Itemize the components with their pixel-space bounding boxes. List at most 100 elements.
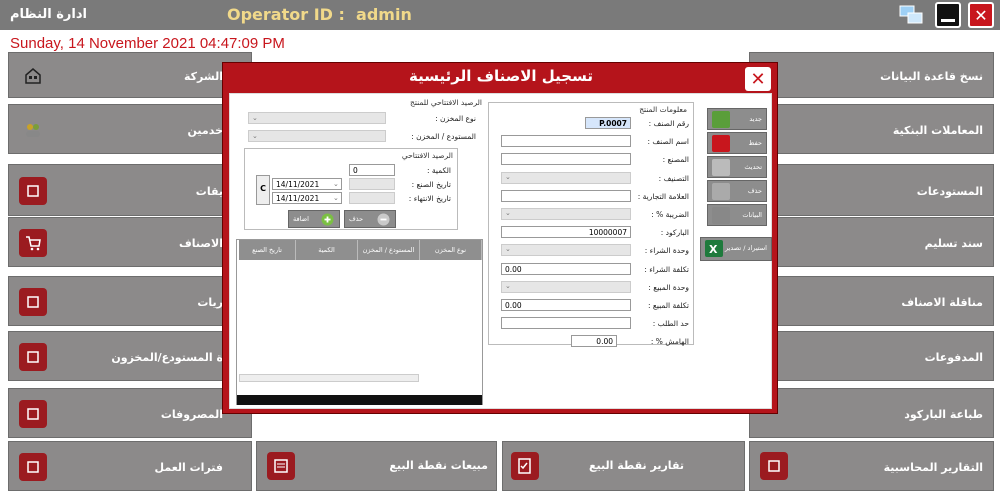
plus-circle-icon [321,213,334,226]
tile-label: المعاملات البنكية [892,124,983,137]
product-field-11[interactable] [501,317,631,330]
product-field-6[interactable]: 10000007 [501,226,631,239]
tile-label: المدفوعات [924,351,983,364]
grid-footer [237,395,482,405]
product-info-title: معلومات المنتج [639,105,687,114]
tile-pos-reports[interactable]: تقارير نقطة البيع [502,441,745,491]
dialog-close-button[interactable]: ✕ [745,67,771,91]
dialog-body: جديد حفظ تحديث حذف البيانات X استيراد / تصدي… [229,93,772,409]
field-label: تكلفة المبيع : [647,301,689,310]
add-balance-button[interactable]: اضافة [288,210,340,228]
tile-bank-transactions[interactable]: المعاملات البنكية [749,104,994,154]
tile-tag[interactable]: ة المستودع/المخزون [8,331,252,381]
chevron-down-icon: ⌄ [252,132,258,140]
minimize-button[interactable] [935,2,961,28]
tile-label: المصروفات [160,408,223,421]
tile-payments[interactable]: المدفوعات [749,331,994,381]
product-field-3[interactable] [501,171,631,184]
opening-balance-title: الرصيد الافتتاحي للمنتج [410,98,482,107]
tile-label: فترات العمل [154,461,224,474]
store-type-select[interactable] [248,112,386,124]
product-field-9[interactable] [501,280,631,293]
new-document-button[interactable]: جديد [707,108,767,130]
save-button[interactable]: حفظ [707,132,767,154]
product-field-5[interactable] [501,208,631,220]
balance-grid: نوع المخزن المستودع / المخزن الكمية تاريخ ا… [236,239,483,405]
product-field-7[interactable] [501,244,631,257]
tile-pos-sales[interactable]: مبيعات نقطة البيع [256,441,497,491]
database-button[interactable]: البيانات [707,204,767,226]
grid-column-header[interactable]: المستودع / المخزن [358,240,420,260]
title-bar: ادارة النظام Operator ID : admin ✕ [0,0,1000,30]
horizontal-scrollbar[interactable] [239,374,419,382]
tile-label: الشركة [183,70,223,83]
chevron-down-icon: ⌄ [505,281,511,290]
product-field-8[interactable]: 0.00 [501,262,631,275]
chevron-down-icon: ⌄ [333,194,339,202]
tile-users[interactable]: خدمين [8,104,252,154]
tile-warehouse[interactable]: المستودعات [749,164,994,216]
opening-balance-subtitle: الرصيد الافتتاحي [401,151,453,160]
svg-text:X: X [709,243,718,256]
exp-extra [349,192,395,204]
tile-delivery-receipt[interactable]: سند تسليم [749,217,994,267]
database-icon [712,207,730,224]
product-field-2[interactable] [501,153,631,166]
tile-building[interactable]: الشركة [8,52,252,98]
product-field-4[interactable] [501,189,631,202]
import-export-button[interactable]: X استيراد / تصدير [700,237,772,261]
operator-label: Operator ID : [227,5,345,24]
product-field-10[interactable]: 0.00 [501,299,631,311]
delete-button[interactable]: حذف [707,180,767,202]
tile-expenses[interactable]: المصروفات [8,388,252,438]
action-label: حفظ [748,139,762,147]
tile-accounting-reports[interactable]: التقارير المحاسبية [749,441,994,491]
tile-database-copy[interactable]: نسخ قاعدة البيانات [749,52,994,98]
warehouse-select[interactable] [248,130,386,142]
qty-input[interactable]: 0 [349,164,395,176]
exp-date-picker[interactable]: 14/11/2021 [272,192,342,204]
users-icon [19,116,47,144]
delete-balance-button[interactable]: حذف [344,210,396,228]
operator-id: Operator ID : admin [227,5,412,24]
grid-column-header[interactable]: نوع المخزن [420,240,482,260]
cart-icon [19,229,47,257]
delete-icon [712,183,730,200]
product-field-0[interactable]: P.0007 [585,117,631,129]
dialog-title: تسجيل الاصناف الرئيسية [409,67,593,85]
tile-barcode-print[interactable]: طباعة الباركود [749,388,994,438]
tile-label: المستودعات [916,185,983,198]
minus-circle-icon [377,213,390,226]
building-icon [19,62,47,90]
product-field-1[interactable] [501,135,631,148]
delete-balance-label: حذف [349,215,364,223]
field-label: التصنيف : [658,173,689,183]
refresh-button[interactable]: تحديث [707,156,767,178]
qty-label: الكمية : [426,166,451,175]
grid-column-header[interactable]: الكمية [296,240,358,260]
item-registration-dialog: تسجيل الاصناف الرئيسية ✕ جديد حفظ تحديث حذف… [222,62,778,414]
mfg-date-picker[interactable]: 14/11/2021 [272,178,342,190]
tile-work-periods[interactable]: فترات العمل [8,441,252,491]
warehouse-label: المستودع / المخزن : [411,132,476,141]
close-app-button[interactable]: ✕ [968,2,994,28]
field-label: وحدة المبيع : [648,282,689,292]
tile-label: ة المستودع/المخزون [111,351,223,364]
tile-label: طباعة الباركود [904,408,983,421]
refresh-icon [712,159,730,176]
tile-cart[interactable]: الاصناف [8,217,252,267]
network-icon[interactable] [898,2,924,28]
opening-balance-subpanel: الرصيد الافتتاحي الكمية : 0 تاريخ الصنع … [244,148,458,230]
exp-date-label: تاريخ الانتهاء : [408,194,451,203]
pos-sales-icon [267,452,295,480]
grid-column-header[interactable]: تاريخ الصنع [239,240,296,260]
field-label: الهامش % : [650,337,689,347]
tile-bag[interactable]: ريات [8,276,252,326]
tile-item-transfer[interactable]: مناقلة الاصناف [749,276,994,326]
mfg-date-label: تاريخ الصنع : [411,180,451,189]
action-label: البيانات [742,211,762,219]
clear-dates-button[interactable]: C [256,175,270,205]
accounting-reports-icon [760,452,788,480]
product-field-12[interactable]: 0.00 [571,335,617,348]
tile-network[interactable]: يقات [8,164,252,216]
